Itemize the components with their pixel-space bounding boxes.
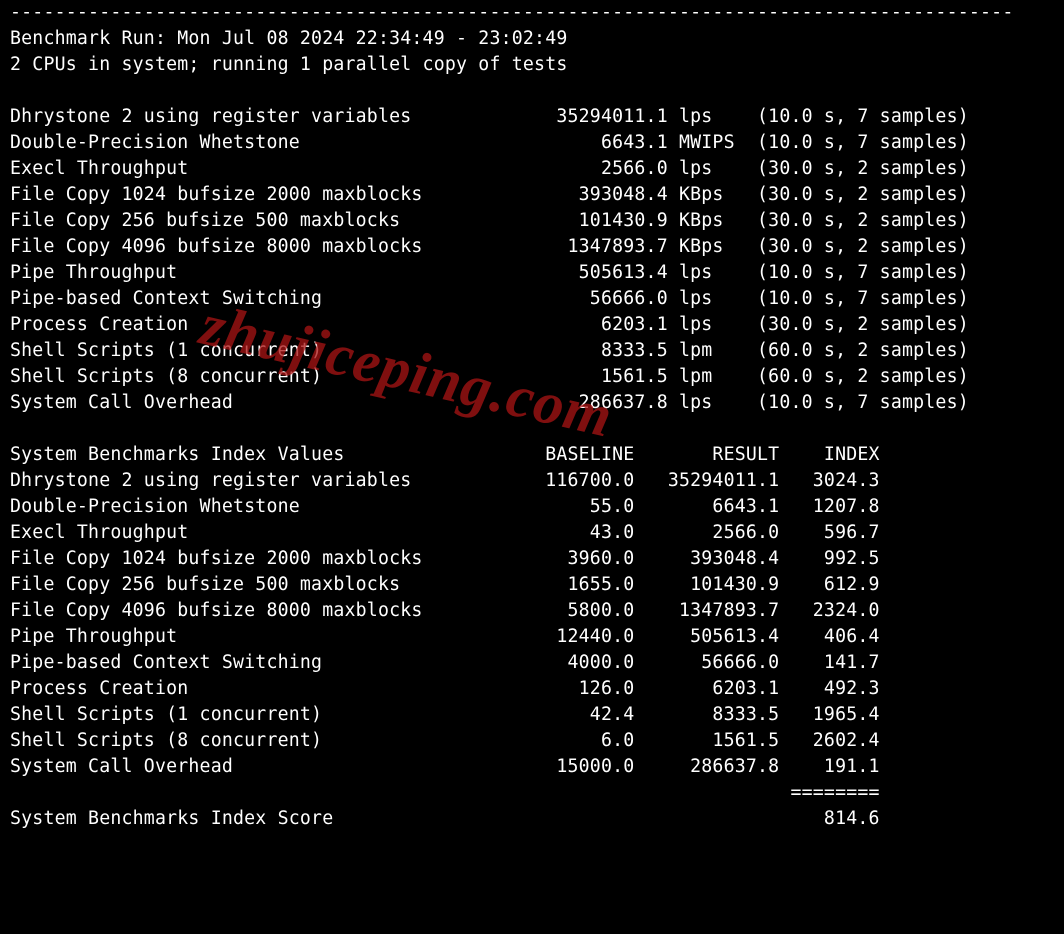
terminal-output: ----------------------------------------… bbox=[0, 0, 1064, 832]
